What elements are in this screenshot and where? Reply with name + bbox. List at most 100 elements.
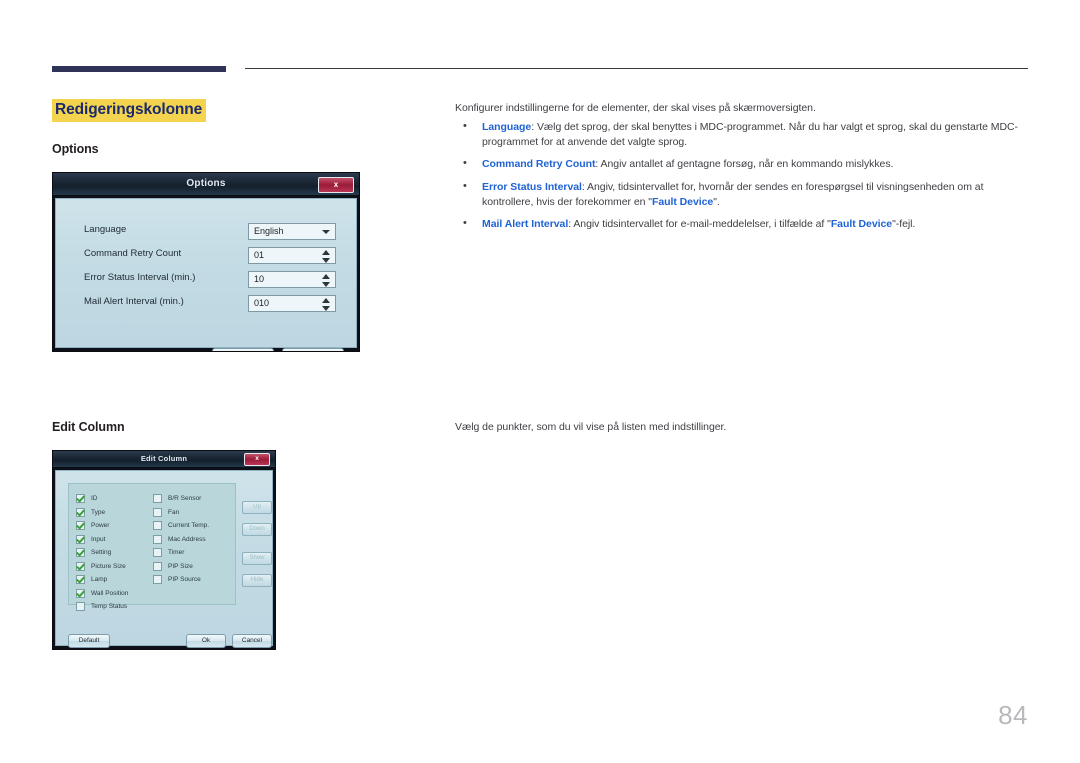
bullet-error-status-interval: Error Status Interval: Angiv, tidsinterv…: [455, 179, 1030, 210]
bullet-text-mail-alert-interval-before: : Angiv tidsintervallet for e-mail-medde…: [568, 218, 831, 231]
move-down-button[interactable]: Down: [242, 523, 272, 536]
edit-column-titlebar: Edit Column x: [53, 451, 275, 468]
language-value: English: [254, 226, 284, 236]
checkbox-icon[interactable]: [76, 494, 85, 503]
options-label-language: Language: [84, 224, 127, 235]
chevron-down-icon: [322, 230, 330, 234]
close-icon[interactable]: x: [244, 453, 270, 466]
checkbox-icon[interactable]: [76, 575, 85, 584]
close-icon[interactable]: x: [318, 177, 354, 193]
bullet-text-command-retry-count: : Angiv antallet af gentagne forsøg, når…: [595, 158, 894, 171]
bullet-text-mail-alert-interval-after: "-fejl.: [892, 218, 916, 231]
options-cancel-button[interactable]: Cancel: [282, 348, 344, 351]
options-label-error-status-interval: Error Status Interval (min.): [84, 272, 196, 283]
checkbox-label: Temp Status: [91, 603, 128, 610]
list-item[interactable]: ID: [76, 492, 128, 505]
checkbox-icon[interactable]: [76, 521, 85, 530]
bullet-term-mail-alert-interval: Mail Alert Interval: [482, 218, 569, 231]
list-item[interactable]: Mac Address: [153, 533, 209, 546]
checkbox-icon[interactable]: [76, 507, 85, 517]
hide-button[interactable]: Hide: [242, 574, 272, 587]
checkbox-icon[interactable]: [76, 534, 85, 544]
bullet-term-command-retry-count: Command Retry Count: [482, 158, 596, 171]
options-intro-text: Konfigurer indstillingerne for de elemen…: [455, 102, 816, 114]
list-item[interactable]: Setting: [76, 546, 128, 559]
options-row-language: Language English: [84, 223, 336, 240]
checkbox-label: Timer: [168, 549, 185, 556]
list-item[interactable]: Picture Size: [76, 560, 128, 573]
edit-column-ok-button[interactable]: Ok: [186, 634, 226, 648]
spinner-arrows-icon[interactable]: [322, 250, 331, 263]
list-item[interactable]: Input: [76, 533, 128, 546]
list-item[interactable]: Timer: [153, 546, 209, 559]
error-status-interval-value: 10: [254, 274, 265, 284]
options-label-command-retry-count: Command Retry Count: [84, 248, 182, 259]
checkbox-label: Wall Position: [91, 589, 129, 597]
edit-column-dialog-body: ID Type Power Input Setting Picture Size…: [55, 470, 273, 648]
mail-alert-interval-value: 010: [254, 298, 270, 308]
bullet-mail-alert-interval: Mail Alert Interval: Angiv tidsintervall…: [455, 216, 1030, 232]
checkbox-column-a: ID Type Power Input Setting Picture Size…: [76, 492, 128, 614]
command-retry-count-stepper[interactable]: 01: [248, 247, 336, 264]
list-item[interactable]: Lamp: [76, 573, 128, 586]
edit-column-dialog: Edit Column x ID Type Power Input Settin…: [52, 450, 276, 650]
bullet-term-language: Language: [482, 121, 532, 133]
list-item[interactable]: Type: [76, 506, 128, 519]
checkbox-icon[interactable]: [76, 588, 85, 598]
options-dialog-body: Language English Command Retry Count 01 …: [55, 198, 357, 351]
editcolumn-heading: Edit Column: [52, 420, 125, 434]
checkbox-icon[interactable]: [153, 494, 162, 503]
page-title: Redigeringskolonne: [52, 99, 207, 122]
options-dialog: Options x Language English Command Retry…: [52, 172, 360, 352]
options-ok-button[interactable]: OK: [212, 348, 274, 351]
options-label-mail-alert-interval: Mail Alert Interval (min.): [84, 296, 184, 307]
bullet-command-retry-count: Command Retry Count: Angiv antallet af g…: [455, 156, 1030, 172]
checkbox-icon[interactable]: [76, 602, 85, 611]
spinner-arrows-icon[interactable]: [322, 274, 331, 287]
checkbox-icon[interactable]: [76, 561, 85, 571]
bullet-quoted-fault-device-1: Fault Device: [651, 195, 714, 208]
options-row-command-retry-count: Command Retry Count 01: [84, 247, 336, 264]
command-retry-count-value: 01: [254, 250, 265, 260]
edit-column-dialog-title: Edit Column: [140, 454, 188, 463]
list-item[interactable]: PIP Size: [153, 560, 209, 573]
checkbox-icon[interactable]: [153, 575, 162, 584]
header-rule-thin: [245, 68, 1028, 69]
checkbox-label: PIP Source: [168, 576, 201, 583]
list-item[interactable]: B/R Sensor: [153, 492, 209, 505]
move-up-button[interactable]: Up: [242, 501, 272, 514]
list-item[interactable]: Temp Status: [76, 600, 128, 613]
checkbox-icon[interactable]: [153, 507, 162, 517]
bullet-quoted-fault-device-2: Fault Device: [830, 218, 893, 231]
checkbox-icon[interactable]: [153, 548, 162, 557]
show-button[interactable]: Show: [242, 552, 272, 565]
mail-alert-interval-stepper[interactable]: 010: [248, 295, 336, 312]
edit-column-checkbox-panel: ID Type Power Input Setting Picture Size…: [68, 483, 236, 611]
list-item[interactable]: Power: [76, 519, 128, 532]
checkbox-label: Setting: [91, 549, 112, 556]
default-button[interactable]: Default: [68, 634, 110, 648]
page-number: 84: [998, 700, 1028, 730]
checkbox-label: Lamp: [91, 576, 108, 583]
bullet-term-error-status-interval: Error Status Interval: [482, 180, 582, 193]
list-item[interactable]: Wall Position: [76, 587, 128, 600]
options-row-error-status-interval: Error Status Interval (min.) 10: [84, 271, 336, 288]
checkbox-column-b: B/R Sensor Fan Current Temp. Mac Address…: [153, 492, 209, 587]
checkbox-label: B/R Sensor: [168, 495, 202, 502]
checkbox-label: Power: [91, 522, 110, 529]
checkbox-icon[interactable]: [153, 561, 162, 571]
checkbox-icon[interactable]: [76, 548, 85, 557]
editcolumn-intro-text: Vælg de punkter, som du vil vise på list…: [455, 421, 727, 433]
spinner-arrows-icon[interactable]: [322, 298, 331, 311]
list-item[interactable]: Fan: [153, 506, 209, 519]
list-item[interactable]: PIP Source: [153, 573, 209, 586]
language-dropdown[interactable]: English: [248, 223, 336, 240]
checkbox-label: Mac Address: [168, 535, 206, 543]
checkbox-icon[interactable]: [153, 521, 162, 530]
edit-column-cancel-button[interactable]: Cancel: [232, 634, 272, 648]
checkbox-icon[interactable]: [153, 534, 162, 544]
list-item[interactable]: Current Temp.: [153, 519, 209, 532]
checkbox-label: Type: [91, 508, 106, 516]
options-dialog-title: Options: [186, 178, 226, 189]
error-status-interval-stepper[interactable]: 10: [248, 271, 336, 288]
